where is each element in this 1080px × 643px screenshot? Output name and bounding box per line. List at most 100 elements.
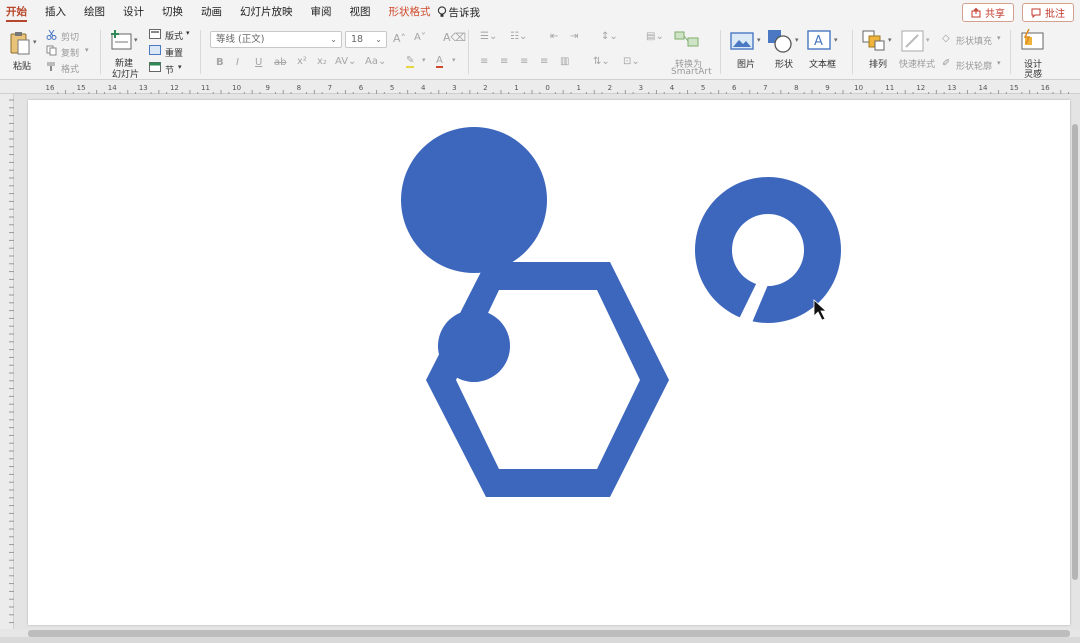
font-name-combo[interactable]: 等线 (正文) ⌄	[210, 31, 342, 48]
chevron-down-icon[interactable]: ▾	[888, 36, 892, 44]
shrink-font-icon[interactable]: A˅	[414, 32, 426, 43]
increase-indent-icon[interactable]: ⇥	[570, 31, 578, 42]
section-label[interactable]: 节	[165, 63, 174, 76]
highlight-icon[interactable]: ✎	[406, 55, 415, 68]
tab-draw[interactable]: 绘图	[84, 0, 105, 24]
justify-icon[interactable]: ≡	[540, 56, 548, 67]
reset-icon[interactable]	[149, 45, 161, 55]
cut-label[interactable]: 剪切	[61, 30, 79, 43]
copy-dropdown-icon[interactable]: ▾	[85, 46, 89, 54]
tab-transitions[interactable]: 切换	[162, 0, 183, 24]
align-center-icon[interactable]: ≡	[500, 56, 508, 67]
tab-review[interactable]: 审阅	[311, 0, 332, 24]
design-ideas-icon[interactable]	[1019, 29, 1045, 51]
smartart-icon[interactable]	[674, 30, 700, 50]
format-painter-label[interactable]: 格式	[61, 62, 79, 75]
char-spacing-icon[interactable]: AV⌄	[335, 56, 356, 67]
chevron-down-icon[interactable]: ▾	[997, 59, 1001, 67]
vertical-ruler	[0, 94, 14, 629]
layout-icon[interactable]	[149, 29, 161, 39]
textbox-icon[interactable]: A	[807, 30, 831, 50]
distributed-icon[interactable]: ▥	[560, 56, 569, 67]
tell-me-search[interactable]: 告诉我	[437, 5, 480, 20]
new-slide-icon[interactable]	[109, 29, 133, 51]
shapes-icon[interactable]	[767, 29, 793, 53]
paste-label[interactable]: 粘贴	[13, 59, 31, 72]
tab-insert[interactable]: 插入	[45, 0, 66, 24]
chevron-down-icon[interactable]: ▾	[997, 34, 1001, 42]
grow-font-icon[interactable]: A˄	[393, 32, 406, 45]
chevron-down-icon[interactable]: ▾	[422, 56, 426, 64]
picture-label[interactable]: 图片	[737, 57, 755, 70]
chevron-down-icon[interactable]: ▾	[757, 36, 761, 44]
ruler-label: 4	[421, 84, 426, 92]
chevron-down-icon[interactable]: ▾	[795, 36, 799, 44]
columns-icon[interactable]: ▤⌄	[646, 31, 664, 42]
tab-slideshow[interactable]: 幻灯片放映	[240, 0, 293, 24]
font-size-combo[interactable]: 18 ⌄	[345, 31, 387, 48]
underline-icon[interactable]: U	[255, 57, 262, 68]
new-slide-label-2[interactable]: 幻灯片	[112, 67, 139, 80]
ribbon-tabs: 开始 插入 绘图 设计 切换 动画 幻灯片放映 审阅 视图 形状格式 告诉我	[0, 0, 480, 24]
arrange-label[interactable]: 排列	[869, 57, 887, 70]
clear-format-icon[interactable]: A⌫	[443, 31, 466, 44]
layout-dropdown-icon[interactable]: ▾	[186, 29, 190, 37]
paste-dropdown-icon[interactable]: ▾	[33, 38, 37, 46]
scissors-icon[interactable]	[46, 29, 57, 40]
clipboard-group: ▾ 粘贴 剪切 复制 ▾ 格式	[0, 24, 100, 80]
tab-view[interactable]: 视图	[350, 0, 371, 24]
picture-icon[interactable]	[730, 32, 754, 50]
quick-styles-label[interactable]: 快速样式	[899, 57, 935, 70]
convert-smartart-label-2[interactable]: SmartArt	[671, 67, 712, 77]
tab-design[interactable]: 设计	[123, 0, 144, 24]
format-painter-icon[interactable]	[46, 61, 57, 72]
superscript-icon[interactable]: x²	[297, 56, 307, 67]
textbox-label[interactable]: 文本框	[809, 57, 836, 70]
font-color-icon[interactable]: A	[436, 55, 443, 68]
section-icon[interactable]	[149, 62, 161, 72]
share-button[interactable]: 共享	[962, 3, 1014, 22]
subscript-icon[interactable]: x₂	[317, 56, 327, 67]
quick-styles-icon[interactable]	[901, 30, 925, 52]
shape-outline-label[interactable]: 形状轮廓	[956, 59, 992, 72]
reset-label[interactable]: 重置	[165, 46, 183, 59]
chevron-down-icon[interactable]: ▾	[452, 56, 456, 64]
shape-label[interactable]: 形状	[775, 57, 793, 70]
numbering-icon[interactable]: ☷⌄	[510, 31, 527, 42]
comments-button[interactable]: 批注	[1022, 3, 1074, 22]
section-dropdown-icon[interactable]: ▾	[178, 63, 182, 71]
italic-icon[interactable]: I	[236, 57, 239, 68]
copy-label[interactable]: 复制	[61, 46, 79, 59]
paste-icon[interactable]	[9, 30, 31, 56]
new-slide-dropdown-icon[interactable]: ▾	[134, 36, 138, 44]
line-spacing-icon[interactable]: ↕⌄	[601, 31, 618, 42]
shape-fill-label[interactable]: 形状填充	[956, 34, 992, 47]
bullets-icon[interactable]: ☰⌄	[480, 31, 497, 42]
cut-donut-shape[interactable]	[694, 177, 841, 323]
slide[interactable]	[28, 100, 1070, 625]
comment-icon	[1031, 8, 1041, 18]
vertical-scrollbar[interactable]	[1072, 124, 1078, 580]
paint-bucket-icon[interactable]: ◇	[942, 33, 950, 44]
align-right-icon[interactable]: ≡	[520, 56, 528, 67]
tab-animations[interactable]: 动画	[201, 0, 222, 24]
layout-label[interactable]: 版式	[165, 29, 183, 42]
chevron-down-icon[interactable]: ▾	[834, 36, 838, 44]
ruler-label: 3	[639, 84, 643, 92]
chevron-down-icon[interactable]: ▾	[926, 36, 930, 44]
copy-icon[interactable]	[46, 45, 57, 56]
bold-icon[interactable]: B	[216, 57, 224, 68]
strikethrough-icon[interactable]: ab	[274, 57, 286, 68]
pen-outline-icon[interactable]: ✐	[942, 58, 950, 69]
change-case-icon[interactable]: Aa⌄	[365, 56, 386, 67]
align-text-icon[interactable]: ⊡⌄	[623, 56, 640, 67]
decrease-indent-icon[interactable]: ⇤	[550, 31, 558, 42]
text-direction-icon[interactable]: ⇅⌄	[593, 56, 610, 67]
align-left-icon[interactable]: ≡	[480, 56, 488, 67]
arrange-icon[interactable]	[862, 30, 886, 52]
donut-shape[interactable]	[401, 127, 548, 382]
tab-shape-format[interactable]: 形状格式	[389, 0, 431, 24]
horizontal-scrollbar[interactable]	[28, 630, 1070, 637]
designer-label-2[interactable]: 灵感	[1024, 67, 1042, 80]
tab-home[interactable]: 开始	[6, 0, 27, 24]
